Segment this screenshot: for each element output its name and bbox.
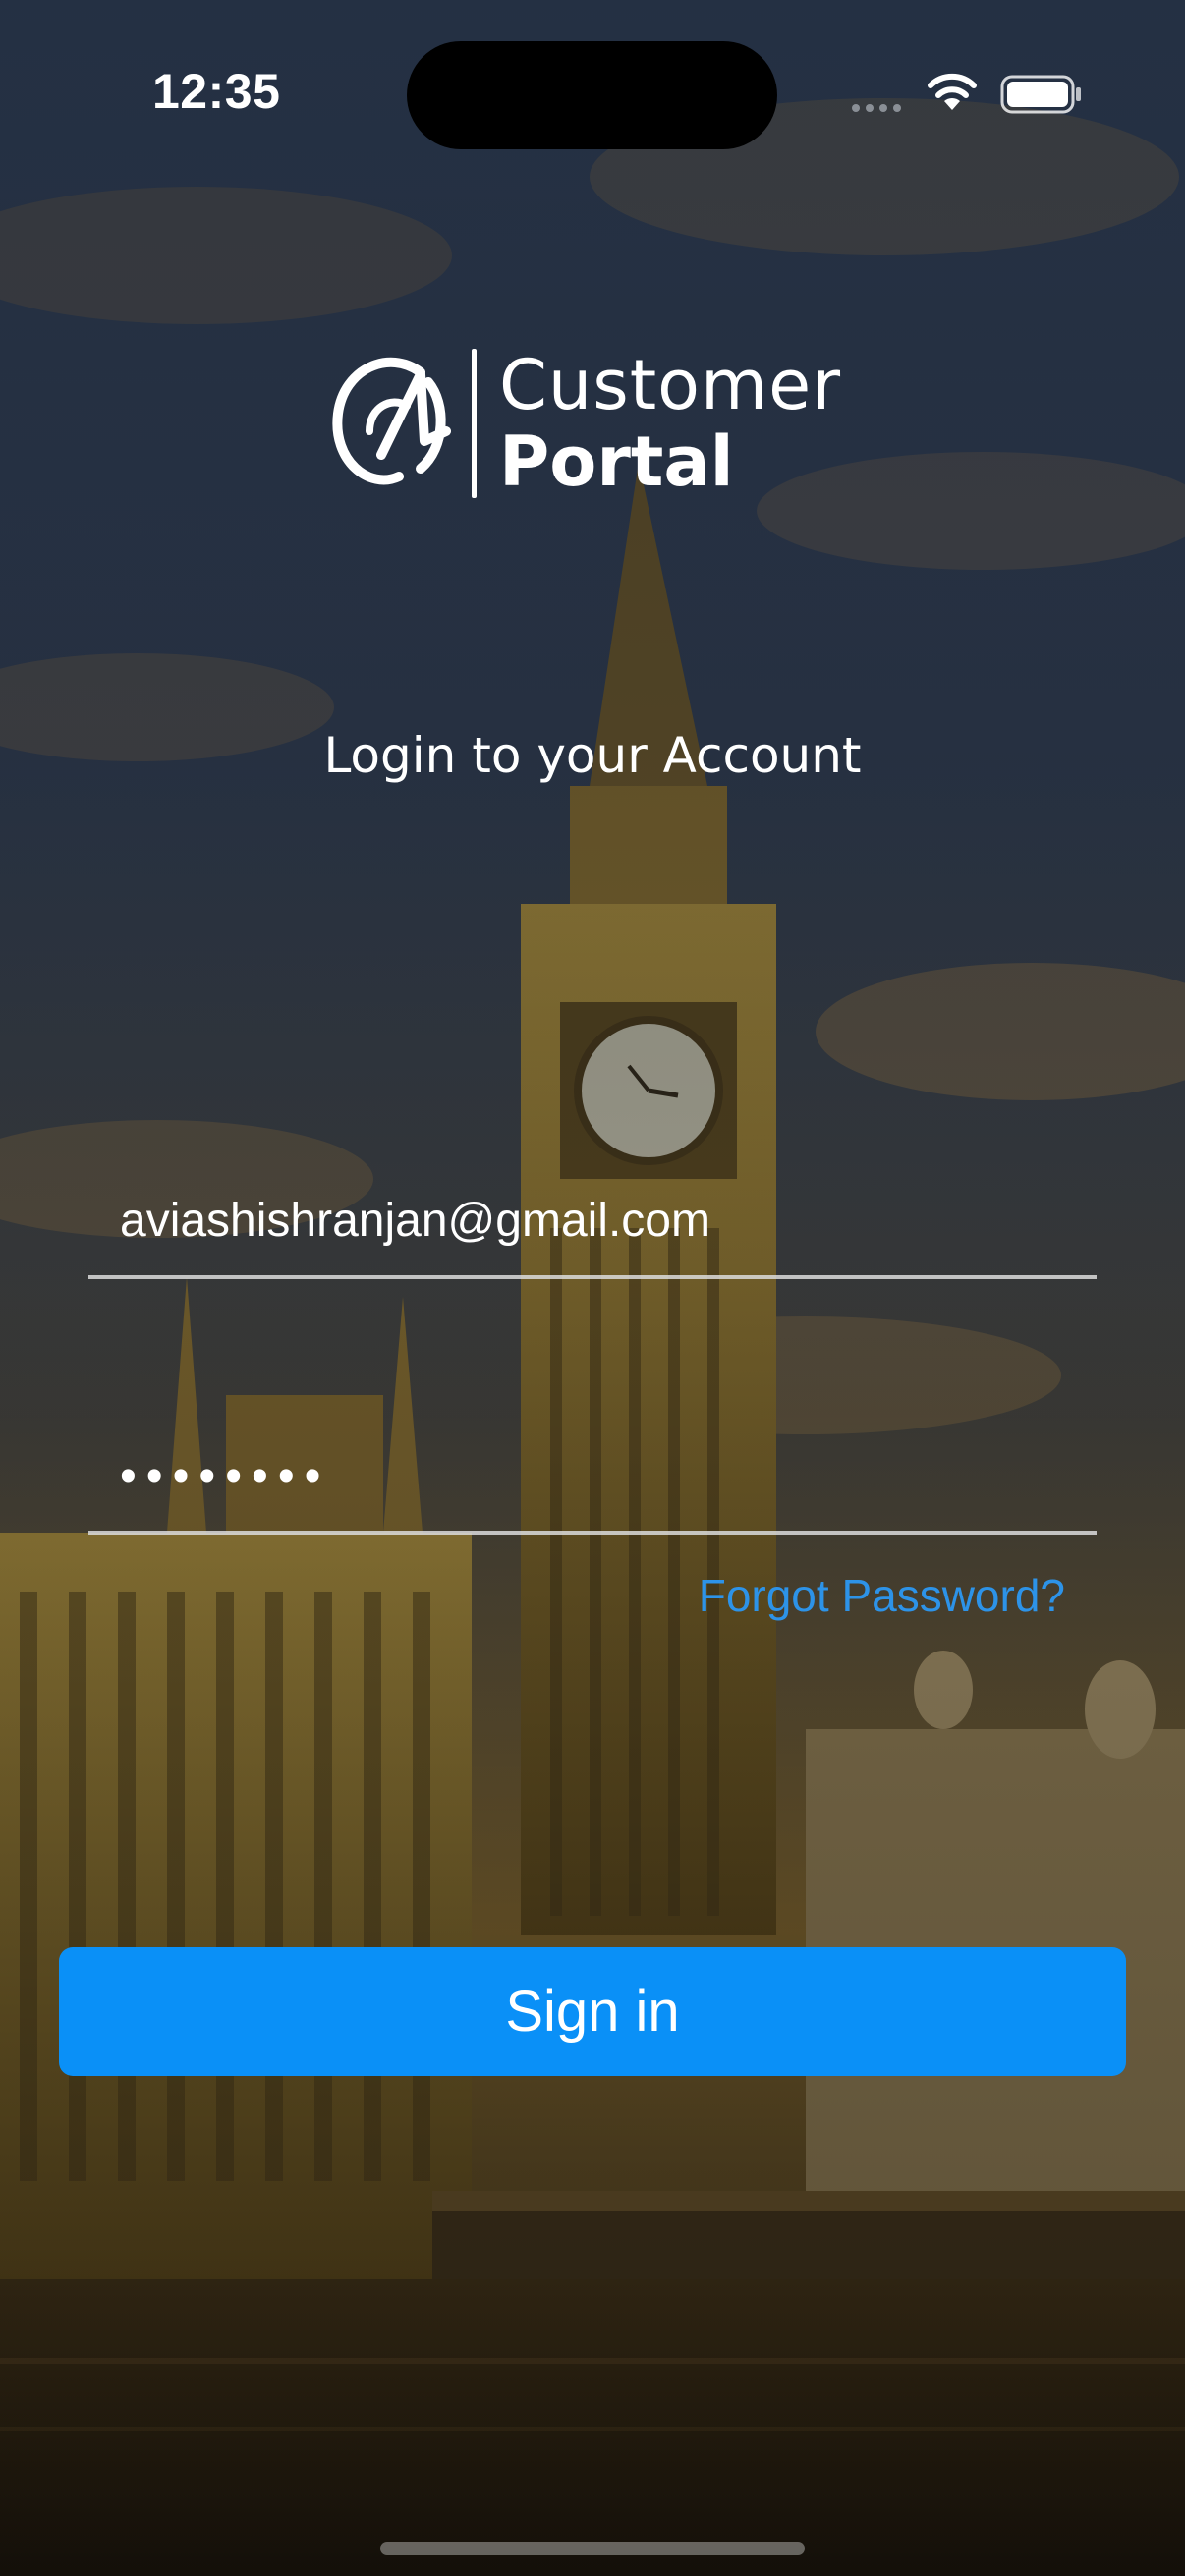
email-field[interactable]: [118, 1171, 1061, 1269]
logo-divider: [472, 349, 477, 498]
login-heading: Login to your Account: [323, 727, 862, 784]
password-field-container: [88, 1427, 1097, 1535]
logo-text-customer: Customer: [499, 345, 842, 425]
home-indicator[interactable]: [380, 2542, 805, 2555]
forgot-password-link[interactable]: Forgot Password?: [699, 1569, 1065, 1622]
wifi-icon: [928, 73, 977, 110]
battery-icon: [1000, 75, 1081, 114]
dynamic-island: [407, 41, 777, 149]
cellular-signal-icon: [852, 104, 901, 112]
logo-mark-icon: [332, 357, 451, 485]
customer-portal-logo: Customer Portal: [330, 349, 861, 506]
status-bar: 12:35: [0, 0, 1185, 149]
logo-text-portal: Portal: [499, 421, 734, 502]
email-field-container: [88, 1171, 1097, 1279]
password-field[interactable]: [118, 1427, 1061, 1525]
login-screen: 12:35 Customer Portal Login to your Acco…: [0, 0, 1185, 2576]
status-time: 12:35: [152, 64, 281, 119]
sign-in-button[interactable]: Sign in: [59, 1947, 1126, 2076]
